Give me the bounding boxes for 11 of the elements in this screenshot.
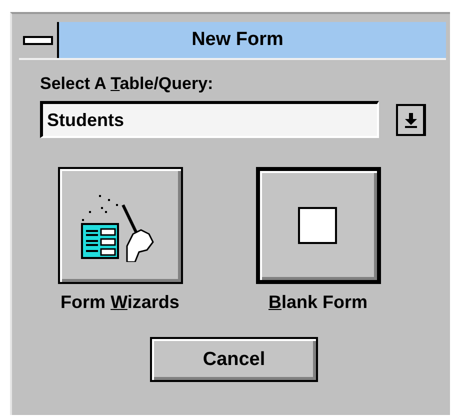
button-caption: Form Wizards: [60, 292, 180, 313]
button-caption: Blank Form: [268, 292, 368, 313]
blank-form-icon: [298, 206, 338, 244]
field-label: Select A Table/Query:: [40, 74, 214, 94]
window-title: New Form: [190, 28, 284, 52]
down-arrow-icon: [404, 112, 418, 128]
cancel-button[interactable]: Cancel: [150, 337, 318, 382]
dropdown-button[interactable]: [396, 104, 426, 136]
table-query-field[interactable]: Students: [40, 101, 379, 138]
blank-form-button[interactable]: [256, 167, 380, 284]
form-wizards-button[interactable]: [58, 167, 182, 284]
